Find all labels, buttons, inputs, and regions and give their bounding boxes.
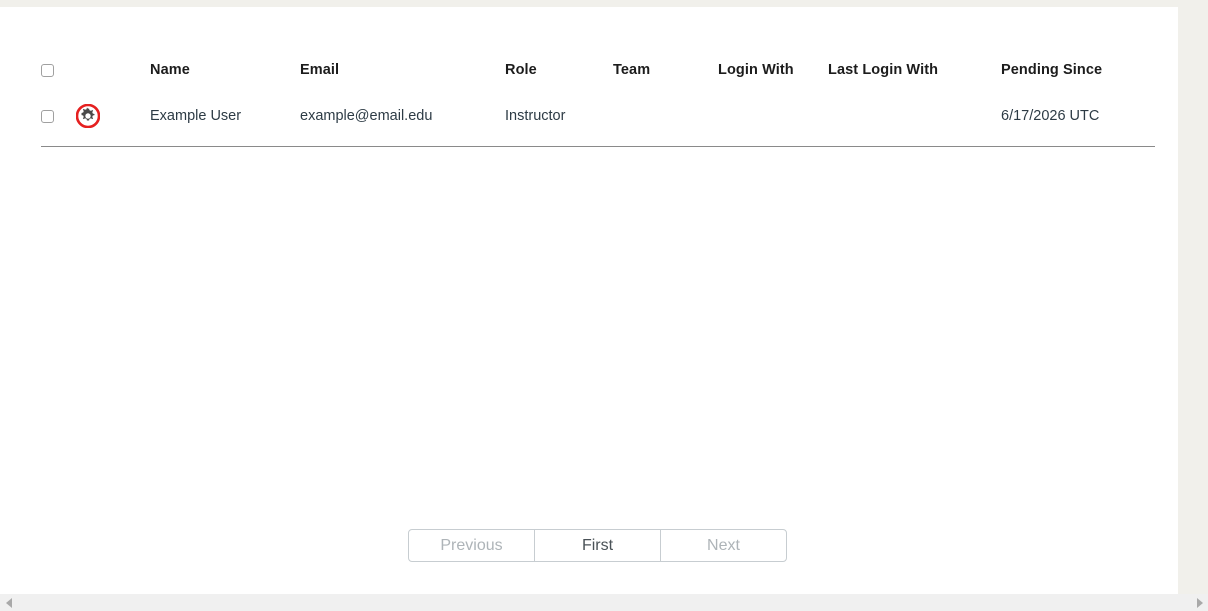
row-select-checkbox[interactable] bbox=[41, 109, 54, 123]
row-team bbox=[613, 94, 718, 147]
pagination-first-button[interactable]: First bbox=[534, 529, 661, 562]
avatar-header-cell bbox=[76, 62, 150, 94]
column-header-pending-since[interactable]: Pending Since bbox=[1001, 62, 1155, 94]
top-gutter bbox=[0, 0, 1208, 7]
gear-icon[interactable] bbox=[76, 104, 150, 128]
page-canvas: Name Email Role Team Login With Last Log… bbox=[0, 7, 1178, 594]
column-header-name[interactable]: Name bbox=[150, 62, 300, 94]
table-body: Example User example@email.edu Instructo… bbox=[41, 94, 1155, 147]
triangle-right-icon[interactable] bbox=[1191, 594, 1208, 611]
column-header-login-with[interactable]: Login With bbox=[718, 62, 828, 94]
row-pending-since: 6/17/2026 UTC bbox=[1001, 108, 1100, 124]
column-header-role[interactable]: Role bbox=[505, 62, 613, 94]
column-header-email[interactable]: Email bbox=[300, 62, 505, 94]
row-last-login-with bbox=[828, 94, 1001, 147]
table-header: Name Email Role Team Login With Last Log… bbox=[41, 62, 1155, 94]
column-header-last-login-with[interactable]: Last Login With bbox=[828, 62, 1001, 94]
right-gutter bbox=[1178, 0, 1208, 594]
pagination-previous-button[interactable]: Previous bbox=[408, 529, 535, 562]
row-login-with bbox=[718, 94, 828, 147]
select-all-checkbox[interactable] bbox=[41, 63, 54, 77]
pagination-controls: Previous First Next bbox=[408, 529, 787, 562]
triangle-left-icon[interactable] bbox=[0, 594, 17, 611]
pagination-next-button[interactable]: Next bbox=[660, 529, 787, 562]
row-email: example@email.edu bbox=[300, 108, 433, 124]
row-name: Example User bbox=[150, 108, 242, 124]
horizontal-scrollbar[interactable] bbox=[0, 594, 1208, 611]
table-row[interactable]: Example User example@email.edu Instructo… bbox=[41, 94, 1155, 147]
row-avatar-cell bbox=[76, 94, 150, 147]
row-select-cell bbox=[41, 94, 76, 147]
row-role: Instructor bbox=[505, 108, 566, 124]
column-header-team[interactable]: Team bbox=[613, 62, 718, 94]
users-table: Name Email Role Team Login With Last Log… bbox=[41, 62, 1155, 147]
table-header-row: Name Email Role Team Login With Last Log… bbox=[41, 62, 1155, 94]
select-all-header-cell bbox=[41, 62, 76, 94]
